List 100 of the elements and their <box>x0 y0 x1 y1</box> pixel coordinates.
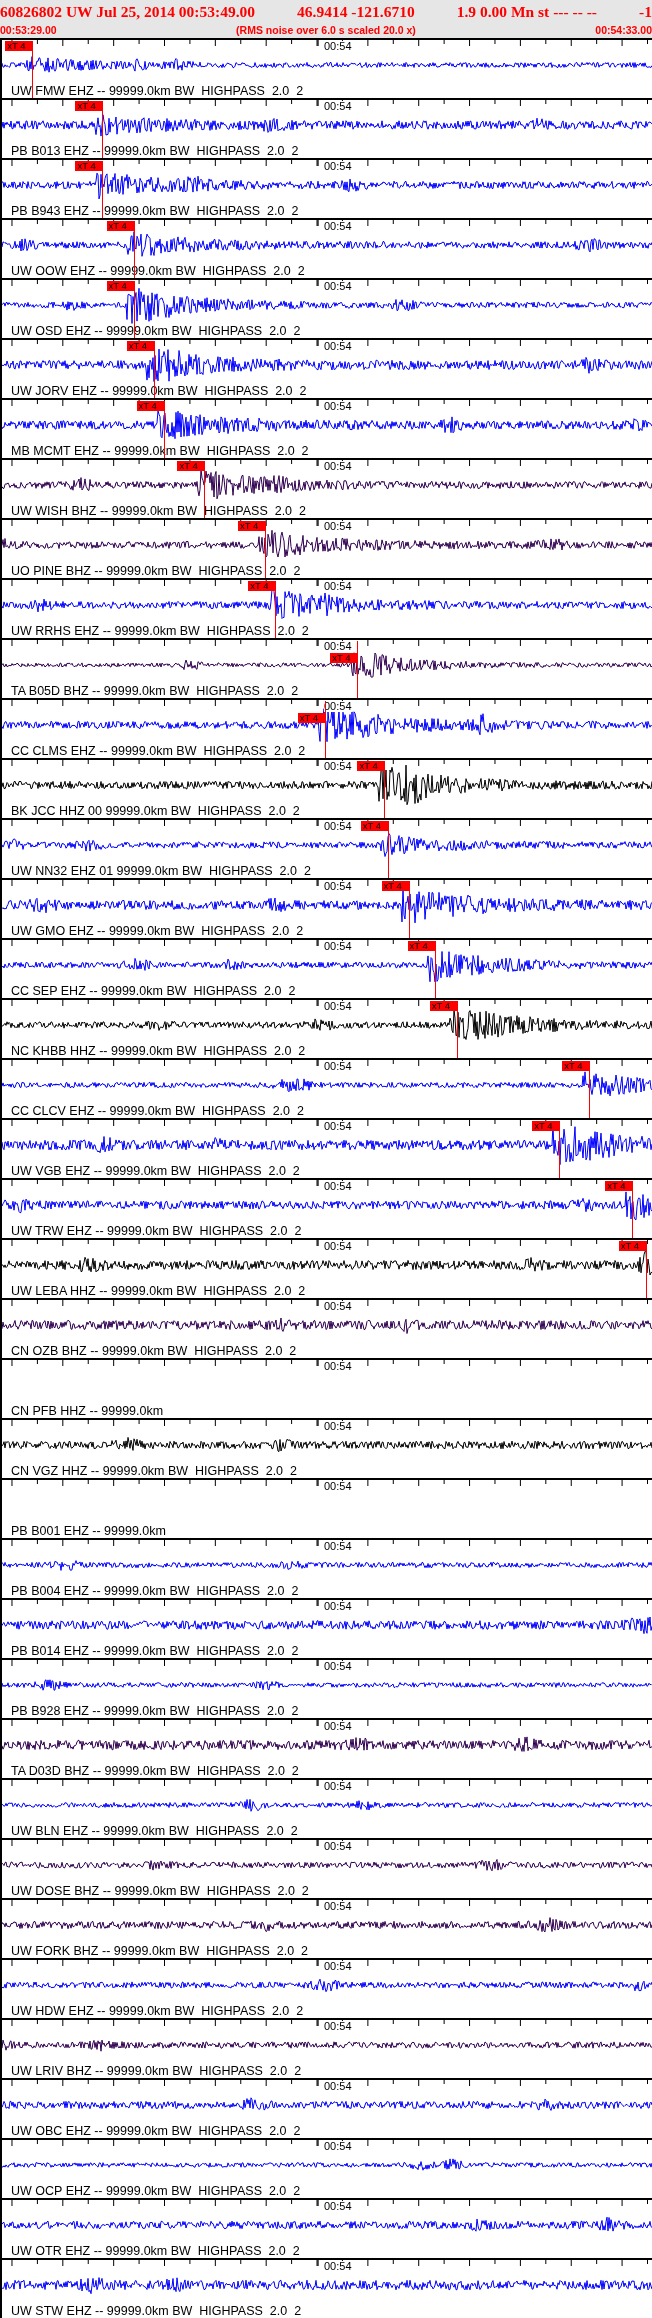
pick-line <box>408 881 410 938</box>
station-label: TA B05D BHZ -- 99999.0km BW HIGHPASS 2.0 2 <box>10 684 300 698</box>
time-label: 00:54 <box>324 821 352 832</box>
pick-marker[interactable]: xT 4 <box>106 281 134 291</box>
pick-line <box>163 401 165 458</box>
station-label: UW BLN EHZ -- 99999.0km BW HIGHPASS 2.0 2 <box>10 1824 299 1838</box>
station-label: PB B014 EHZ -- 99999.0km BW HIGHPASS 2.0 2 <box>10 1644 300 1658</box>
pick-marker[interactable]: xT 4 <box>360 821 388 831</box>
time-label: 00:54 <box>324 1961 352 1972</box>
time-label: 00:54 <box>324 1001 352 1012</box>
time-label: 00:54 <box>324 1841 352 1852</box>
time-label: 00:54 <box>324 2021 352 2032</box>
pick-marker[interactable]: xT 4 <box>75 101 103 111</box>
station-label: PB B013 EHZ -- 99999.0km BW HIGHPASS 2.0 2 <box>10 144 300 158</box>
pick-marker[interactable]: xT 4 <box>357 761 385 771</box>
time-label: 00:54 <box>324 1901 352 1912</box>
pick-marker[interactable]: xT 4 <box>106 221 134 231</box>
station-label: PB B001 EHZ -- 99999.0km <box>10 1524 167 1538</box>
station-label: UW WISH BHZ -- 99999.0km BW HIGHPASS 2.0 2 <box>10 504 307 518</box>
time-label: 00:54 <box>324 1541 352 1552</box>
pick-line <box>102 161 104 218</box>
pick-marker[interactable]: xT 4 <box>562 1061 590 1071</box>
pick-marker[interactable]: xT 4 <box>429 1001 457 1011</box>
pick-marker[interactable]: xT 4 <box>532 1121 560 1131</box>
time-label: 00:54 <box>324 1601 352 1612</box>
pick-line <box>264 521 266 578</box>
time-label: 00:54 <box>324 1721 352 1732</box>
pick-line <box>632 1181 634 1238</box>
pick-marker[interactable]: xT 4 <box>5 41 33 51</box>
station-label: CN VGZ HHZ -- 99999.0km BW HIGHPASS 2.0 2 <box>10 1464 298 1478</box>
time-label: 00:54 <box>324 881 352 892</box>
station-label: UW RRHS EHZ -- 99999.0km BW HIGHPASS 2.0 2 <box>10 624 310 638</box>
pick-line <box>133 221 135 278</box>
pick-line <box>434 941 436 998</box>
pick-line <box>456 1001 458 1058</box>
station-label: TA D03D BHZ -- 99999.0km BW HIGHPASS 2.0 2 <box>10 1764 300 1778</box>
pick-marker[interactable]: xT 4 <box>297 713 325 723</box>
station-label: PB B943 EHZ -- 99999.0km BW HIGHPASS 2.0 2 <box>10 204 300 218</box>
station-label: UW STW EHZ -- 99999.0km BW HIGHPASS 2.0 2 <box>10 2304 303 2318</box>
station-label: UW TRW EHZ -- 99999.0km BW HIGHPASS 2.0 2 <box>10 1224 303 1238</box>
station-label: CC SEP EHZ -- 99999.0km BW HIGHPASS 2.0 2 <box>10 984 297 998</box>
time-label: 00:54 <box>324 1361 352 1372</box>
time-label: 00:54 <box>324 1301 352 1312</box>
end-time: 00:54:33.00 <box>595 24 652 36</box>
station-label: PB B928 EHZ -- 99999.0km BW HIGHPASS 2.0 2 <box>10 1704 300 1718</box>
pick-marker[interactable]: xT 4 <box>618 1241 646 1251</box>
time-label: 00:54 <box>324 581 352 592</box>
time-label: 00:54 <box>324 161 352 172</box>
station-label: CN PFB HHZ -- 99999.0km <box>10 1404 165 1418</box>
event-info: -1 <box>639 3 652 21</box>
pick-line <box>324 701 326 758</box>
pick-marker[interactable]: xT 4 <box>381 881 409 891</box>
pick-marker[interactable]: xT 4 <box>605 1181 633 1191</box>
station-label: UO PINE BHZ -- 99999.0km BW HIGHPASS 2.0 2 <box>10 564 302 578</box>
pick-line <box>153 341 155 398</box>
station-label: UW OTR EHZ -- 99999.0km BW HIGHPASS 2.0 2 <box>10 2244 301 2258</box>
station-label: UW OCP EHZ -- 99999.0km BW HIGHPASS 2.0 2 <box>10 2184 302 2198</box>
time-label: 00:54 <box>324 1241 352 1252</box>
station-label: NC KHBB HHZ -- 99999.0km BW HIGHPASS 2.0 2 <box>10 1044 307 1058</box>
station-label: UW LEBA HHZ -- 99999.0km BW HIGHPASS 2.0 2 <box>10 1284 307 1298</box>
time-label: 00:54 <box>324 2201 352 2212</box>
time-label: 00:54 <box>324 2081 352 2092</box>
time-label: 00:54 <box>324 221 352 232</box>
pick-line <box>559 1121 561 1178</box>
time-label: 00:54 <box>324 761 352 772</box>
time-label: 00:54 <box>324 941 352 952</box>
station-label: CC CLCV EHZ -- 99999.0km BW HIGHPASS 2.0 2 <box>10 1104 305 1118</box>
time-label: 00:54 <box>324 1781 352 1792</box>
pick-marker[interactable]: xT 4 <box>407 941 435 951</box>
time-label: 00:54 <box>324 1481 352 1492</box>
station-label: PB B004 EHZ -- 99999.0km BW HIGHPASS 2.0 2 <box>10 1584 300 1598</box>
pick-line <box>204 461 206 518</box>
time-label: 00:54 <box>324 1421 352 1432</box>
pick-marker[interactable]: xT 4 <box>177 461 205 471</box>
time-label: 00:54 <box>324 1121 352 1132</box>
station-label: UW LRIV BHZ -- 99999.0km BW HIGHPASS 2.0 2 <box>10 2064 303 2078</box>
time-label: 00:54 <box>324 41 352 52</box>
scale-note: (RMS noise over 6.0 s scaled 20.0 x) <box>236 24 416 36</box>
pick-line <box>133 281 135 338</box>
station-label: BK JCC HHZ 00 99999.0km BW HIGHPASS 2.0 2 <box>10 804 301 818</box>
pick-line <box>102 101 104 158</box>
time-label: 00:54 <box>324 101 352 112</box>
pick-marker[interactable]: xT 4 <box>136 401 164 411</box>
pick-line <box>32 41 34 98</box>
pick-marker[interactable]: xT 4 <box>75 161 103 171</box>
time-label: 00:54 <box>324 2261 352 2272</box>
station-label: CN OZB BHZ -- 99999.0km BW HIGHPASS 2.0 2 <box>10 1344 298 1358</box>
pick-line <box>275 581 277 638</box>
station-label: UW GMO EHZ -- 99999.0km BW HIGHPASS 2.0 2 <box>10 924 305 938</box>
event-info: 60826802 UW Jul 25, 2014 00:53:49.00 <box>0 3 256 21</box>
pick-line <box>387 821 389 878</box>
pick-marker[interactable]: xT 4 <box>248 581 276 591</box>
time-label: 00:54 <box>324 641 352 652</box>
pick-marker[interactable]: xT 4 <box>237 521 265 531</box>
pick-marker[interactable]: xT 4 <box>126 341 154 351</box>
pick-marker[interactable]: xT 4 <box>330 653 358 663</box>
pick-line <box>384 761 386 818</box>
station-label: UW FORK BHZ -- 99999.0km BW HIGHPASS 2.0 2 <box>10 1944 310 1958</box>
pick-line <box>645 1241 647 1298</box>
station-label: UW NN32 EHZ 01 99999.0km BW HIGHPASS 2.0 2 <box>10 864 312 878</box>
